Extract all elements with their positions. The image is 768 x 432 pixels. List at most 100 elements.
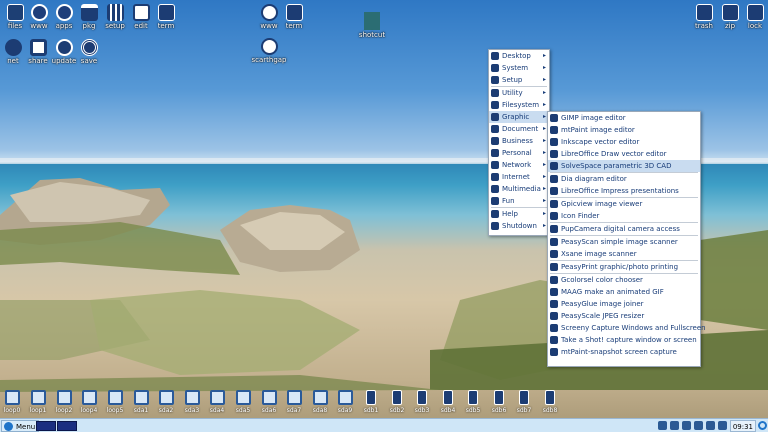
submenu-item-pupcamera[interactable]: PupCamera digital camera access [548, 223, 700, 235]
submenu-arrow-icon: ▸ [542, 161, 546, 168]
menu-item-internet[interactable]: Internet ▸ [489, 171, 549, 183]
taskbar-clock[interactable]: 09:31 [729, 420, 756, 432]
tray-storage-icon[interactable] [694, 421, 703, 430]
submenu-item-icon-finder[interactable]: Icon Finder [548, 210, 700, 222]
submenu-item-peasyscan[interactable]: PeasyScan simple image scanner [548, 236, 700, 248]
menu-item-fun[interactable]: Fun ▸ [489, 195, 549, 207]
submenu-item-libreoffice-impress[interactable]: LibreOffice Impress presentations [548, 185, 700, 197]
submenu-item-peasyprint[interactable]: PeasyPrint graphic/photo printing [548, 261, 700, 273]
desktop-icon-shotcut[interactable]: shotcut [355, 12, 389, 39]
drive-icon-sda9[interactable]: sda9 [333, 390, 357, 414]
drive-icon-sdb8[interactable]: sdb8 [538, 390, 562, 414]
desktop-icon-scarthgap[interactable]: scarthgap [249, 38, 289, 64]
drive-icon-sda3[interactable]: sda3 [180, 390, 204, 414]
submenu-item-peasyglue[interactable]: PeasyGlue image joiner [548, 298, 700, 310]
drive-label: loop0 [3, 407, 21, 414]
drive-icons-bar: loop0 loop1 loop2 loop4 loop5 sda1 sda2 … [0, 390, 768, 418]
menu-item-utility[interactable]: Utility ▸ [489, 87, 549, 99]
menu-item-filesystem[interactable]: Filesystem ▸ [489, 99, 549, 111]
desktop-icon-label: files [7, 22, 23, 30]
drive-icon-sda6[interactable]: sda6 [257, 390, 281, 414]
drive-icon-sdb6[interactable]: sdb6 [487, 390, 511, 414]
submenu-arrow-icon: ▸ [542, 173, 546, 180]
menu-item-shutdown[interactable]: Shutdown ▸ [489, 220, 549, 232]
desktop-icon-label: shotcut [358, 31, 386, 39]
submenu-item-gpicview[interactable]: Gpicview image viewer [548, 198, 700, 210]
drive-label: sdb7 [516, 407, 532, 414]
zip-icon [721, 4, 739, 21]
drive-icon-sda5[interactable]: sda5 [231, 390, 255, 414]
drive-icon-loop0[interactable]: loop0 [0, 390, 24, 414]
tray-bluetooth-icon[interactable] [706, 421, 715, 430]
submenu-item-label: Take a Shot! capture window or screen [561, 336, 697, 344]
tray-keyboard-icon[interactable] [718, 421, 727, 430]
desktop-icon-label: net [7, 57, 19, 65]
menu-item-personal[interactable]: Personal ▸ [489, 147, 549, 159]
drive-label: loop5 [106, 407, 124, 414]
submenu-item-label: mtPaint-snapshot screen capture [561, 348, 677, 356]
drive-icon-sdb2[interactable]: sdb2 [385, 390, 409, 414]
drive-icon-sdb7[interactable]: sdb7 [512, 390, 536, 414]
partition-icon [184, 390, 200, 405]
menu-button[interactable]: Menu [1, 420, 40, 432]
menu-item-multimedia[interactable]: Multimedia ▸ [489, 183, 549, 195]
submenu-item-maag[interactable]: MAAG make an animated GIF [548, 286, 700, 298]
desktop-icon-term[interactable]: term [151, 4, 181, 30]
drive-icon-sda7[interactable]: sda7 [282, 390, 306, 414]
menu-item-network[interactable]: Network ▸ [489, 159, 549, 171]
drive-icon-loop5[interactable]: loop5 [103, 390, 127, 414]
submenu-item-screeny[interactable]: Screeny Capture Windows and Fullscreen [548, 322, 706, 334]
submenu-item-take-a-shot[interactable]: Take a Shot! capture window or screen [548, 334, 700, 346]
taskbar-workspace-1[interactable] [36, 421, 56, 431]
tray-volume-icon[interactable] [670, 421, 679, 430]
submenu-item-solvespace[interactable]: SolveSpace parametric 3D CAD [548, 160, 700, 172]
drive-label: sda9 [337, 407, 353, 414]
drive-icon-sdb4[interactable]: sdb4 [436, 390, 460, 414]
submenu-item-dia[interactable]: Dia diagram editor [548, 173, 700, 185]
menu-item-label: Personal [502, 149, 532, 157]
menu-item-desktop[interactable]: Desktop ▸ [489, 50, 549, 62]
drive-icon-loop2[interactable]: loop2 [52, 390, 76, 414]
submenu-item-label: PeasyScale JPEG resizer [561, 312, 645, 320]
drive-icon-sdb3[interactable]: sdb3 [410, 390, 434, 414]
drive-icon-sdb5[interactable]: sdb5 [461, 390, 485, 414]
libreoffice-draw-icon [550, 150, 558, 158]
drive-icon-sda1[interactable]: sda1 [129, 390, 153, 414]
desktop-icon-label: save [80, 57, 98, 65]
drive-icon-sda8[interactable]: sda8 [308, 390, 332, 414]
drive-icon-sda4[interactable]: sda4 [205, 390, 229, 414]
submenu-item-label: GIMP image editor [561, 114, 626, 122]
screen-capture-icon [550, 324, 558, 332]
taskbar-workspace-2[interactable] [57, 421, 77, 431]
usb-drive-icon [417, 390, 427, 405]
menu-item-document[interactable]: Document ▸ [489, 123, 549, 135]
submenu-item-mtpaint-snapshot[interactable]: mtPaint-snapshot screen capture [548, 346, 700, 358]
power-icon[interactable] [758, 421, 767, 430]
tray-update-icon[interactable] [682, 421, 691, 430]
submenu-item-gimp[interactable]: GIMP image editor [548, 112, 700, 124]
desktop-icon-term-2[interactable]: term [279, 4, 309, 30]
desktop-icon-save[interactable]: save [74, 39, 104, 65]
submenu-item-libreoffice-draw[interactable]: LibreOffice Draw vector editor [548, 148, 700, 160]
submenu-item-peasyscale[interactable]: PeasyScale JPEG resizer [548, 310, 700, 322]
drive-icon-sda2[interactable]: sda2 [154, 390, 178, 414]
submenu-item-mtpaint[interactable]: mtPaint image editor [548, 124, 700, 136]
desktop-icon-lock[interactable]: lock [740, 4, 768, 30]
drive-icon-loop4[interactable]: loop4 [77, 390, 101, 414]
submenu-item-xsane[interactable]: Xsane image scanner [548, 248, 700, 260]
usb-drive-icon [494, 390, 504, 405]
icon-finder-icon [550, 212, 558, 220]
menu-item-graphic[interactable]: Graphic ▸ [489, 111, 549, 123]
save-icon [80, 39, 98, 56]
drive-icon-loop1[interactable]: loop1 [26, 390, 50, 414]
menu-item-setup[interactable]: Setup ▸ [489, 74, 549, 86]
menu-item-business[interactable]: Business ▸ [489, 135, 549, 147]
drive-icon-sdb1[interactable]: sdb1 [359, 390, 383, 414]
submenu-item-gcolorsel[interactable]: Gcolorsel color chooser [548, 274, 700, 286]
tray-network-icon[interactable] [658, 421, 667, 430]
submenu-item-inkscape[interactable]: Inkscape vector editor [548, 136, 700, 148]
graphic-icon [491, 113, 499, 121]
menu-item-help[interactable]: Help ▸ [489, 208, 549, 220]
drive-label: sdb8 [542, 407, 558, 414]
menu-item-system[interactable]: System ▸ [489, 62, 549, 74]
